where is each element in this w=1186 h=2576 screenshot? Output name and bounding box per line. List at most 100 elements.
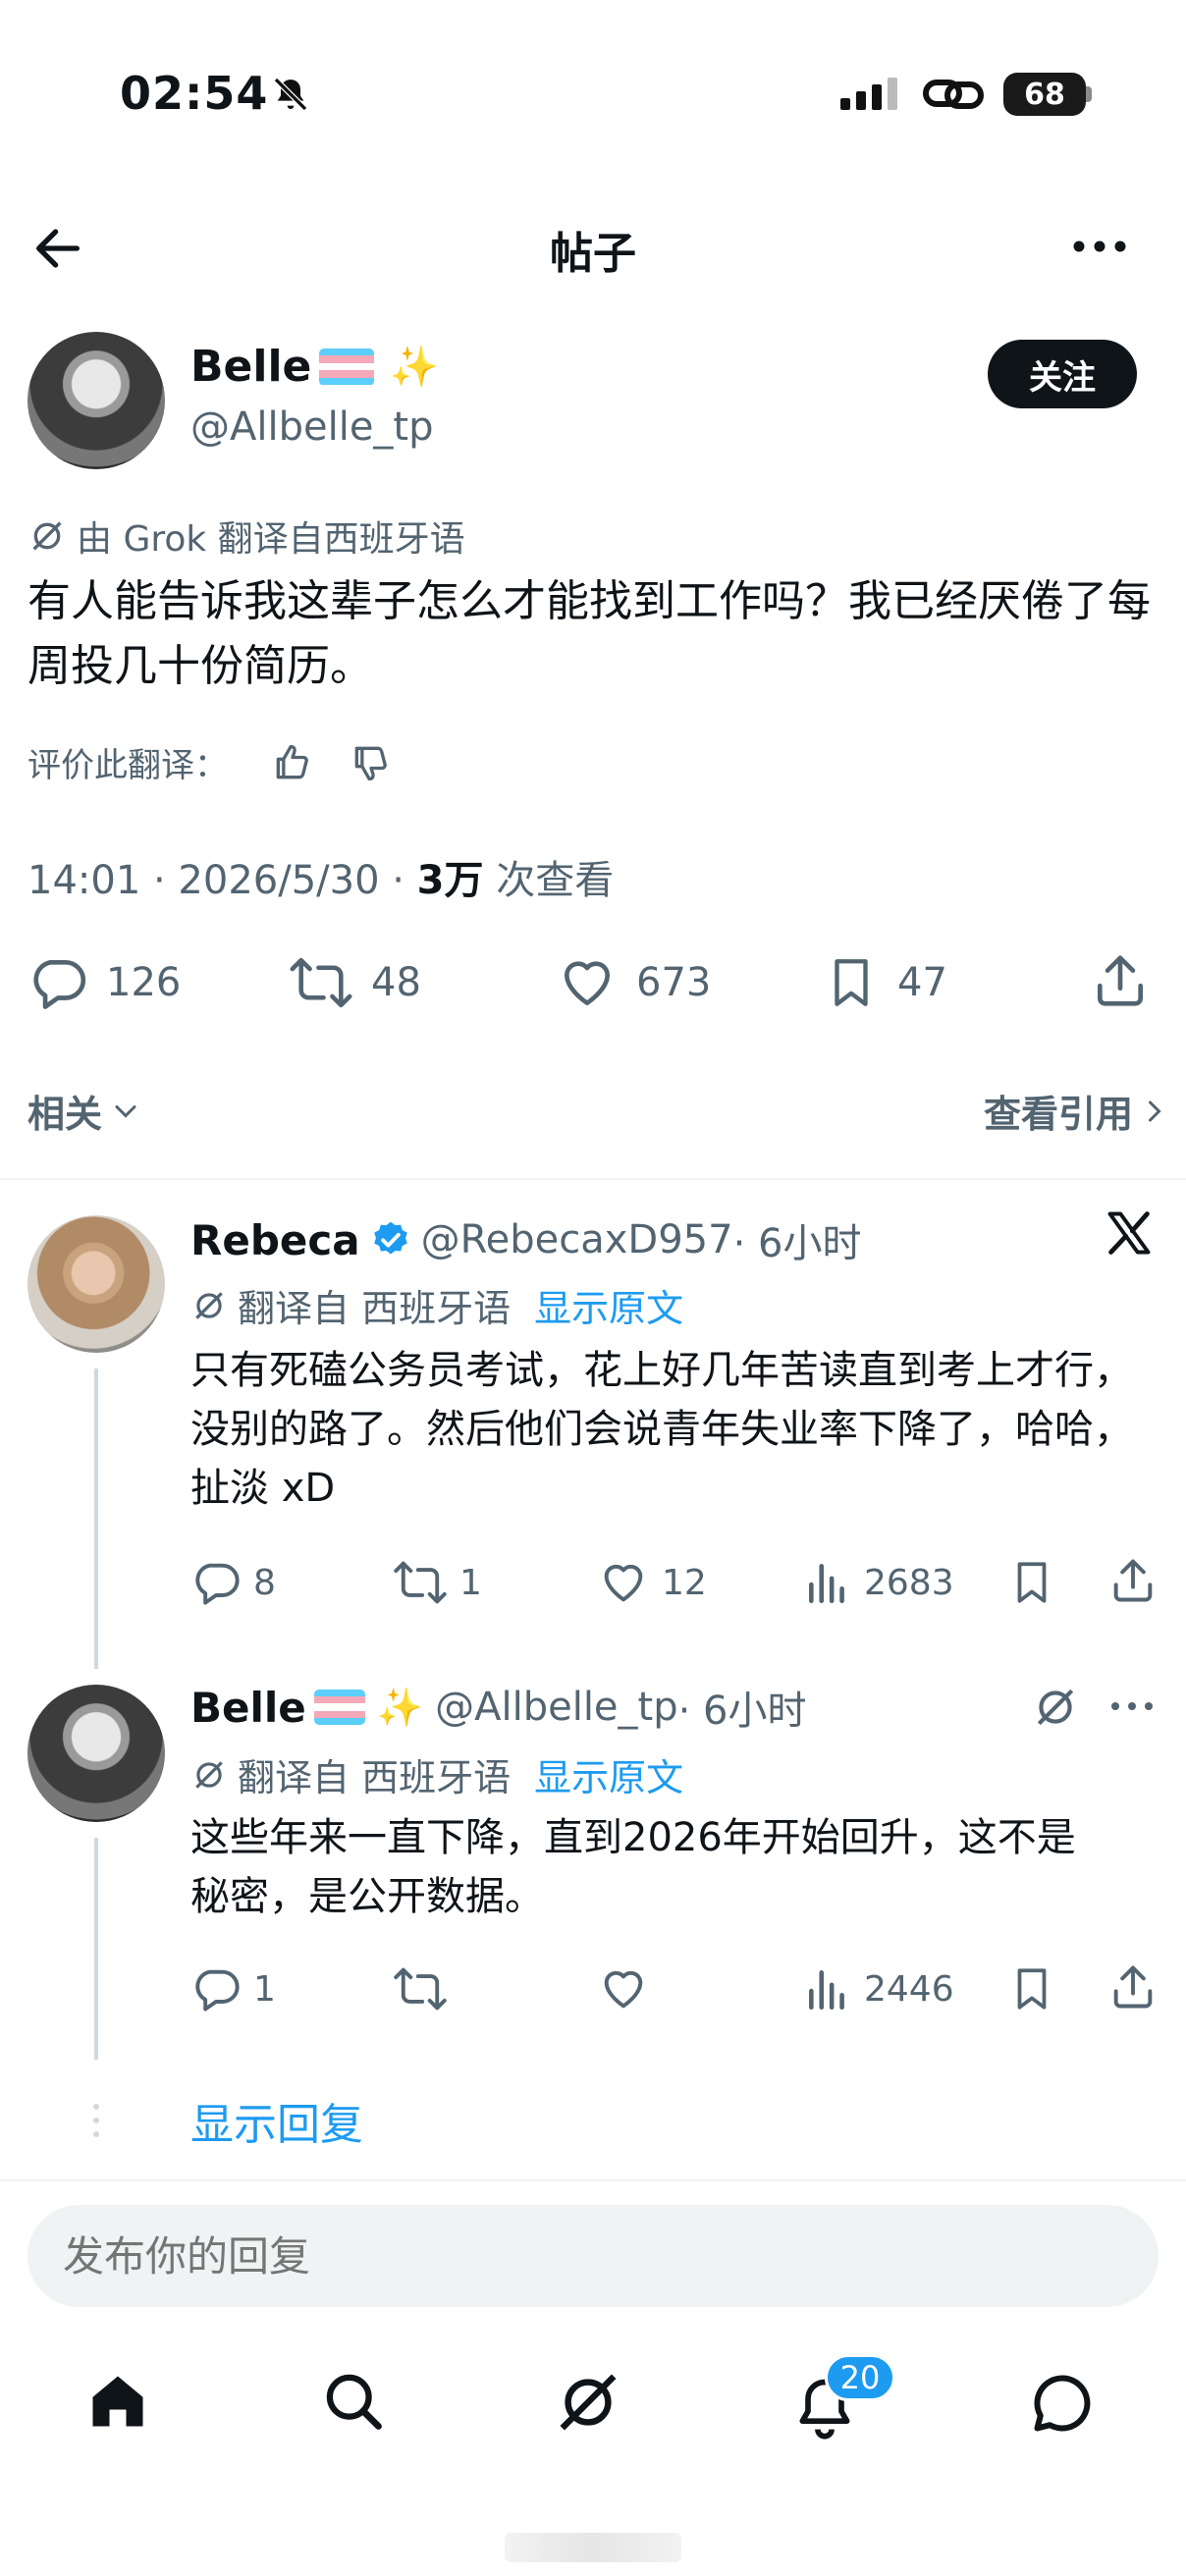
sparkles-icon: ✨: [376, 1685, 424, 1729]
bookmark-button[interactable]: [1007, 1963, 1056, 2014]
repost-action[interactable]: 1: [393, 1557, 482, 1608]
reply-translation-label: 翻译自 西班牙语: [238, 1287, 512, 1330]
rate-translation: 评价此翻译：: [27, 738, 393, 786]
divider: [0, 2179, 1186, 2181]
nav-messages[interactable]: [1027, 2368, 1098, 2439]
divider: [0, 1178, 1186, 1180]
reply-more-button[interactable]: [1109, 1694, 1155, 1718]
battery-nub: [1086, 86, 1092, 102]
repost-count: 48: [371, 960, 421, 1005]
thumbs-down-icon[interactable]: [350, 741, 393, 784]
status-time: 02:54: [120, 67, 269, 120]
reply-action[interactable]: 1: [190, 1963, 276, 2014]
nav-grok[interactable]: [554, 2368, 622, 2437]
battery-indicator: 68: [1003, 73, 1086, 116]
reply-text: 只有死磕公务员考试，花上好几年苦读直到考上才行，没别的路了。然后他们会说青年失业…: [190, 1348, 1133, 1511]
reply-icon: [33, 960, 86, 1009]
grok-icon: [1037, 1689, 1074, 1726]
reply-author-handle: @RebecaxD957: [420, 1217, 733, 1262]
trans-flag-icon: [319, 348, 375, 386]
show-original-link[interactable]: 显示原文: [534, 1278, 683, 1332]
more-dots-icon: [1111, 1702, 1153, 1710]
chat-bubble-icon: [1034, 2375, 1091, 2432]
reply-avatar[interactable]: [27, 1685, 165, 1822]
thumbs-up-icon[interactable]: [271, 741, 314, 784]
reply-translation: 翻译自 西班牙语 显示原文: [190, 1278, 683, 1332]
like-button[interactable]: [597, 1963, 650, 2014]
reply-translation: 翻译自 西班牙语 显示原文: [190, 1747, 683, 1801]
reply-action[interactable]: 8: [190, 1557, 276, 1608]
reply-count: 1: [253, 1968, 276, 2010]
post-timestamp: 14:01 · 2026/5/30 ·: [27, 858, 417, 903]
notifications-badge: 20: [825, 2354, 895, 2401]
follow-button[interactable]: 关注: [988, 340, 1137, 408]
share-button[interactable]: [1107, 1555, 1159, 1606]
bookmark-action[interactable]: 47: [823, 952, 947, 1013]
more-dots-icon: [1073, 241, 1126, 252]
thread-dots: [90, 2101, 102, 2140]
cellular-signal-icon: [840, 77, 901, 112]
quotes-label: 查看引用: [983, 1093, 1133, 1136]
views-action[interactable]: 2446: [803, 1963, 954, 2014]
share-button[interactable]: [1107, 1961, 1159, 2012]
share-icon: [1113, 1965, 1153, 2009]
search-icon: [326, 2374, 382, 2430]
trans-flag-icon: [313, 1690, 365, 1725]
reply-compose-box[interactable]: [27, 2205, 1159, 2307]
more-options-button[interactable]: [1070, 232, 1129, 261]
sparkles-icon: ✨: [390, 345, 440, 390]
bookmark-icon: [835, 959, 868, 1006]
reply-translation-label: 翻译自 西班牙语: [238, 1756, 512, 1799]
bookmark-icon: [1017, 1968, 1047, 2010]
reply-count: 8: [253, 1562, 276, 1603]
translation-note: 由 Grok 翻译自西班牙语: [27, 510, 465, 562]
repost-count: 1: [459, 1562, 482, 1603]
reply-action[interactable]: 126: [27, 952, 181, 1013]
views-count: 2446: [864, 1968, 954, 2010]
repost-action[interactable]: 48: [289, 952, 421, 1013]
repost-icon: [290, 957, 352, 1008]
post-meta: 14:01 · 2026/5/30 · 3万 次查看: [27, 848, 614, 905]
grok-button[interactable]: [1031, 1683, 1080, 1732]
link-icon: [923, 75, 984, 114]
show-replies-link[interactable]: 显示回复: [190, 2089, 363, 2152]
reply-time: · 6小时: [732, 1221, 862, 1266]
like-action[interactable]: 673: [556, 952, 711, 1013]
view-label: 次查看: [483, 858, 615, 903]
views-action[interactable]: 2683: [803, 1557, 954, 1608]
nav-home[interactable]: [84, 2368, 151, 2435]
nav-search[interactable]: [320, 2368, 387, 2435]
heart-icon: [565, 961, 610, 1005]
author-name-row[interactable]: Belle ✨: [190, 342, 439, 392]
repost-icon: [394, 1561, 447, 1604]
thread-line: [94, 1838, 98, 2060]
view-quotes-link[interactable]: 查看引用: [984, 1084, 1172, 1138]
heart-icon: [604, 1564, 643, 1602]
reply-count: 126: [106, 960, 182, 1005]
reply-text: 这些年来一直下降，直到2026年开始回升，这不是秘密，是公开数据。: [190, 1815, 1076, 1919]
reply-author-name: Belle: [190, 1683, 306, 1732]
watermark: [505, 2533, 681, 2562]
related-dropdown[interactable]: 相关: [27, 1084, 143, 1138]
author-avatar[interactable]: [27, 332, 165, 469]
show-original-link[interactable]: 显示原文: [534, 1747, 683, 1801]
reply-author-handle: @Allbelle_tp: [435, 1685, 678, 1730]
grok-icon: [32, 521, 62, 551]
reply-icon: [195, 1969, 240, 2012]
reply-input[interactable]: [27, 2205, 1159, 2307]
share-icon: [1098, 955, 1143, 1006]
repost-button[interactable]: [393, 1963, 448, 2014]
related-label: 相关: [27, 1093, 103, 1136]
reply-time: · 6小时: [677, 1689, 807, 1734]
bookmark-button[interactable]: [1007, 1557, 1056, 1608]
reply-header[interactable]: Rebeca @RebecaxD957 · 6小时: [190, 1211, 861, 1268]
like-action[interactable]: 12: [597, 1557, 707, 1608]
author-handle[interactable]: @Allbelle_tp: [190, 404, 434, 450]
reply-header[interactable]: Belle ✨ @Allbelle_tp · 6小时: [190, 1679, 807, 1736]
reply-avatar[interactable]: [27, 1215, 165, 1353]
translation-note-text: 由 Grok 翻译自西班牙语: [77, 519, 465, 560]
share-icon: [1113, 1559, 1153, 1602]
grok-icon: [560, 2374, 617, 2431]
share-button[interactable]: [1090, 950, 1151, 1011]
bookmark-icon: [1017, 1562, 1047, 1603]
